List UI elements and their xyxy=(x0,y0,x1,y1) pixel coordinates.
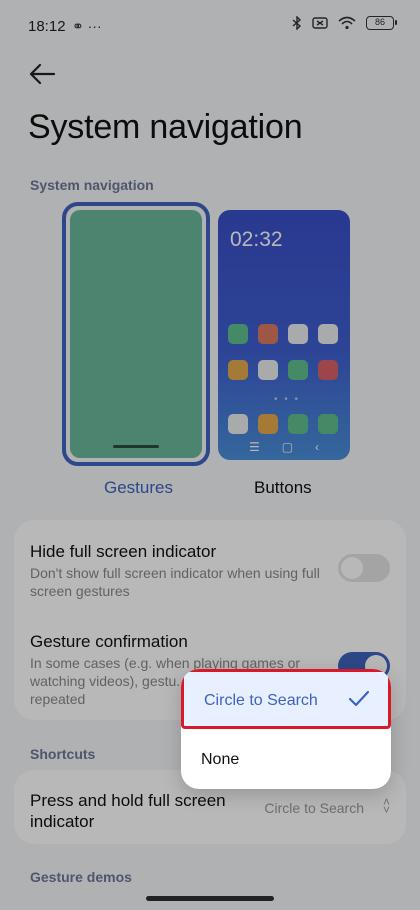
option-label: None xyxy=(201,751,240,768)
option-label: Circle to Search xyxy=(204,692,318,709)
system-navigation-screen: 18:12 ⚭ ··· 86 System navigation System … xyxy=(0,0,420,910)
home-indicator[interactable] xyxy=(146,896,274,901)
option-circle-to-search[interactable]: Circle to Search xyxy=(181,669,391,729)
checkmark-icon xyxy=(348,690,370,707)
shortcut-options-popup: Circle to Search None xyxy=(181,669,391,789)
option-none[interactable]: None xyxy=(181,729,391,789)
